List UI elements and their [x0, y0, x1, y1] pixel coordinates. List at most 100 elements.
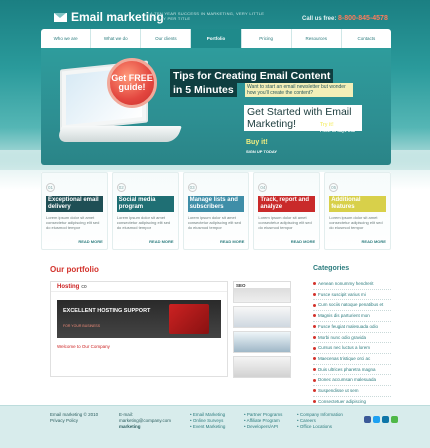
- bullet-icon: [313, 325, 316, 329]
- share-icon[interactable]: [391, 416, 398, 423]
- portfolio-thumb[interactable]: [233, 331, 291, 353]
- category-item[interactable]: Cum sociis natoque penatibus et: [313, 300, 391, 312]
- nav-pricing[interactable]: Pricing: [242, 29, 292, 48]
- footer-link[interactable]: Office Locations: [297, 424, 343, 430]
- nav-resources[interactable]: Resources: [292, 29, 342, 48]
- category-label: Donec accumsan malesuada: [318, 377, 377, 383]
- feature-title[interactable]: Track, report and analyze: [258, 196, 316, 212]
- category-label: Duis ultrices pharetra magna: [318, 366, 376, 372]
- read-more-link[interactable]: READ MORE: [149, 239, 173, 244]
- privacy-link[interactable]: Privacy Policy: [50, 418, 98, 424]
- bullet-icon: [313, 357, 316, 361]
- category-item[interactable]: Duis ultrices pharetra magna: [313, 365, 391, 376]
- banner-question: Want to start an email newsletter but wo…: [245, 83, 353, 97]
- main-nav: Who we are What we do Our clients Portfo…: [41, 29, 391, 48]
- portfolio-welcome: Welcome to Our Company: [57, 344, 110, 349]
- category-item[interactable]: Fusce suscipit varius mi: [313, 290, 391, 301]
- portfolio-thumb[interactable]: SEO: [233, 281, 291, 303]
- feature-title[interactable]: Additional features: [329, 196, 386, 212]
- feature-title[interactable]: Manage lists and subscribers: [187, 196, 245, 212]
- nav-portfolio[interactable]: Portfolio: [191, 29, 242, 48]
- nav-contacts[interactable]: Contacts: [342, 29, 391, 48]
- nav-our-clients[interactable]: Our clients: [141, 29, 192, 48]
- category-label: Morbi nunc odio gravida: [318, 334, 367, 340]
- category-item[interactable]: Aenean nonummy hendrerit: [313, 279, 391, 290]
- category-label: Suspendisse ut sem: [318, 388, 359, 394]
- logo[interactable]: Email marketing: [54, 10, 164, 24]
- footer-col-2: Partner Programs Affiliate Program Devel…: [244, 412, 283, 430]
- signup-link[interactable]: SIGN UP TODAY: [246, 149, 277, 154]
- portfolio-hero-title: EXCELLENT HOSTING SUPPORT: [63, 308, 151, 314]
- nav-what-we-do[interactable]: What we do: [91, 29, 142, 48]
- portfolio-site-logo-suffix: co: [81, 283, 87, 290]
- footer-col-3: Company Information Careers Office Locat…: [297, 412, 343, 430]
- buy-it-link[interactable]: Buy it!: [246, 139, 268, 146]
- servers-image: [169, 304, 209, 334]
- bullet-icon: [313, 400, 316, 404]
- bullet-icon: [313, 389, 316, 393]
- feature-card: 02 Social media program Lorem ipsum dolo…: [111, 172, 179, 250]
- free-guide-badge[interactable]: Get FREE guide!: [107, 58, 157, 108]
- portfolio-hero-subtitle: FOR YOUR BUSINESS: [63, 324, 101, 328]
- twitter-icon[interactable]: [373, 416, 380, 423]
- category-label: Cursus nec luctus a lorem: [318, 345, 371, 351]
- bullet-icon: [313, 293, 316, 297]
- category-label: Aenean nonummy hendrerit: [318, 281, 374, 286]
- feature-desc: Lorem ipsum dolor sit amet consectetur a…: [258, 215, 312, 230]
- footer-col-1: Email Marketing Online Surveys Event Mar…: [190, 412, 226, 430]
- read-more-link[interactable]: READ MORE: [362, 239, 386, 244]
- feature-card: 04 Track, report and analyze Lorem ipsum…: [253, 172, 321, 250]
- bullet-icon: [313, 367, 316, 371]
- category-item[interactable]: Donec accumsan malesuada: [313, 375, 391, 387]
- feature-desc: Lorem ipsum dolor sit amet consectetur a…: [187, 215, 241, 230]
- nav-who-we-are[interactable]: Who we are: [41, 29, 92, 48]
- category-item[interactable]: Maecenas tristique orci ac: [313, 354, 391, 365]
- bullet-icon: [313, 378, 316, 382]
- portfolio-site-logo: Hosting: [57, 283, 80, 290]
- category-item[interactable]: Suspendisse ut sem: [313, 386, 391, 397]
- call-us: Call us free: 8-800-845-4578: [302, 15, 388, 22]
- category-item[interactable]: Magnis dis parturient mon: [313, 311, 391, 322]
- facebook-icon[interactable]: [364, 416, 371, 423]
- portfolio-site-header: Hosting co: [51, 282, 227, 292]
- bullet-icon: [313, 282, 316, 286]
- read-more-link[interactable]: READ MORE: [220, 239, 244, 244]
- feature-number: 04: [258, 183, 268, 192]
- portfolio-thumb[interactable]: [233, 306, 291, 328]
- category-item[interactable]: Morbi nunc odio gravida: [313, 333, 391, 344]
- try-it-link[interactable]: Try it! FREE 60 days trial: [320, 122, 355, 134]
- feature-title[interactable]: Social media program: [116, 196, 174, 212]
- footer-link[interactable]: Event Marketing: [190, 424, 226, 430]
- portfolio-main-image[interactable]: Hosting co EXCELLENT HOSTING SUPPORT FOR…: [50, 281, 228, 377]
- feature-desc: Lorem ipsum dolor sit amet consectetur a…: [116, 215, 171, 230]
- category-label: Cum sociis natoque penatibus et: [318, 302, 384, 308]
- category-item[interactable]: Fusce feugiat malesuada odio: [313, 322, 391, 333]
- portfolio-title: Our portfolio: [50, 265, 99, 274]
- category-label: Magnis dis parturient mon: [318, 313, 370, 319]
- portfolio-site-hero: EXCELLENT HOSTING SUPPORT FOR YOUR BUSIN…: [57, 300, 221, 338]
- promo-banner: Get FREE guide! Tips for Creating Email …: [41, 48, 391, 165]
- footer-email: E-mail: marketing@company.com marketing: [119, 412, 171, 430]
- categories-list: Aenean nonummy hendrerit Fusce suscipit …: [313, 279, 391, 408]
- bullet-icon: [313, 303, 316, 307]
- read-more-link[interactable]: READ MORE: [291, 239, 315, 244]
- category-item[interactable]: Cursus nec luctus a lorem: [313, 343, 391, 354]
- categories-title: Categories: [313, 265, 350, 272]
- footer-copyright: Email marketing © 2010 Privacy Policy: [50, 412, 98, 424]
- read-more-link[interactable]: READ MORE: [78, 239, 102, 244]
- footer-link[interactable]: Developers/API: [244, 424, 282, 430]
- feature-number: 03: [187, 183, 197, 192]
- category-label: Fusce feugiat malesuada odio: [318, 323, 379, 329]
- call-label: Call us free:: [302, 16, 337, 22]
- envelope-icon: [54, 12, 67, 22]
- features-row: 01 Exceptional email delivery Lorem ipsu…: [41, 172, 391, 250]
- feature-title[interactable]: Exceptional email delivery: [46, 196, 103, 212]
- feature-card: 01 Exceptional email delivery Lorem ipsu…: [41, 172, 108, 250]
- portfolio-thumb[interactable]: [233, 356, 291, 378]
- banner-headline-2: in 5 Minutes: [170, 83, 237, 97]
- feature-desc: Lorem ipsum dolor sit amet consectetur a…: [329, 215, 383, 230]
- trial-label: FREE 60 days trial: [320, 128, 355, 133]
- banner-headline: Tips for Creating Email Content: [170, 69, 334, 83]
- linkedin-icon[interactable]: [382, 416, 389, 423]
- tagline: A TEN YEAR SUCCESS IN MARKETING, VERY LI…: [150, 11, 265, 21]
